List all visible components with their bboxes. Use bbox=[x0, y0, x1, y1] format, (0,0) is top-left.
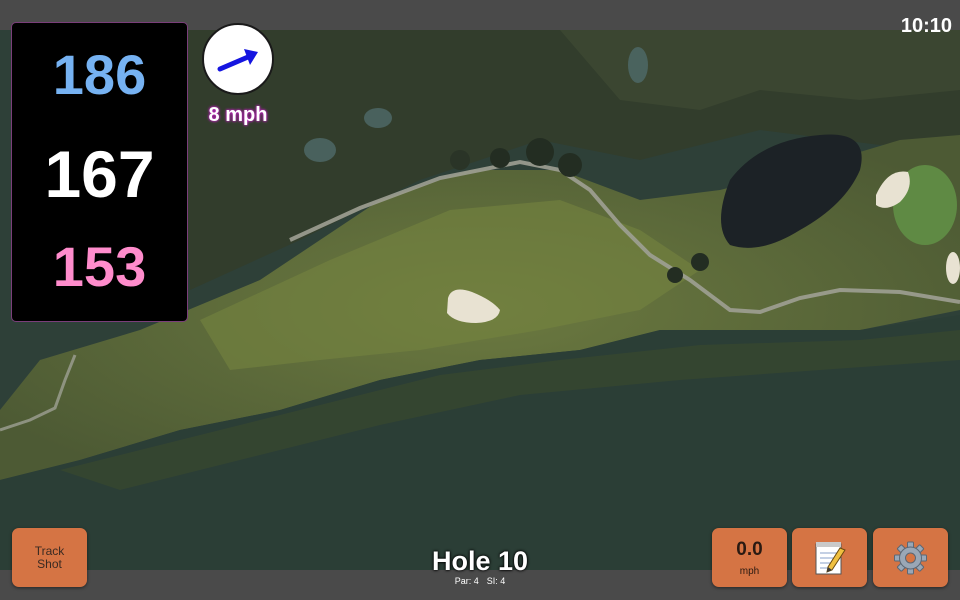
memo-icon bbox=[815, 542, 846, 575]
back-distance: 186 bbox=[52, 43, 147, 106]
speed-unit: mph bbox=[739, 566, 760, 577]
hole-par: Par: 4 bbox=[454, 576, 479, 586]
hole-stroke-index: SI: 4 bbox=[486, 576, 506, 586]
wind-speed: 8 mph bbox=[208, 104, 268, 126]
speed-value: 0.0 bbox=[736, 539, 763, 560]
front-distance: 153 bbox=[52, 235, 147, 298]
wind-indicator bbox=[202, 23, 274, 95]
speed-button[interactable]: 0.0 mph bbox=[712, 528, 787, 587]
hole-info: Par: 4 SI: 4 bbox=[380, 577, 580, 586]
gear-icon bbox=[894, 541, 927, 575]
track-shot-button[interactable]: Track Shot bbox=[12, 528, 87, 587]
wind-direction-arrow-icon bbox=[217, 49, 258, 72]
notes-button[interactable] bbox=[792, 528, 867, 587]
hole-title: Hole 10 bbox=[431, 546, 529, 576]
distance-panel: 186 167 153 bbox=[11, 22, 188, 322]
track-shot-label-line1: Track bbox=[34, 544, 65, 558]
clock-time: 10:10 bbox=[900, 15, 952, 37]
track-shot-label-line2: Shot bbox=[37, 557, 62, 571]
track-shot-label: Track Shot bbox=[12, 545, 87, 571]
settings-button[interactable] bbox=[873, 528, 948, 587]
center-distance: 167 bbox=[44, 137, 155, 211]
